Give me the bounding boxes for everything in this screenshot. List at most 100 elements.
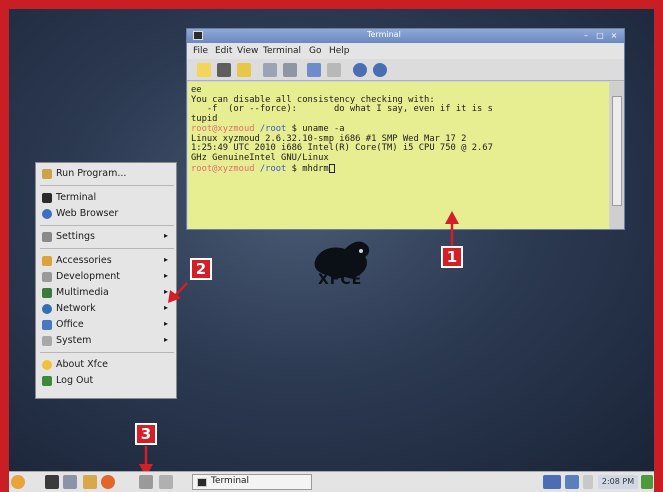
utility-launcher-icon[interactable]: [159, 475, 173, 489]
prompt-command: $ uname -a: [286, 123, 345, 134]
taskbar-task-label: Terminal: [211, 476, 250, 486]
terminal-toolbar: [187, 59, 624, 81]
terminal-menubar: File Edit View Terminal Go Help: [187, 43, 624, 59]
prompt-path: /root: [259, 123, 287, 134]
terminal-scrollbar[interactable]: [610, 82, 624, 229]
editor-icon[interactable]: [83, 475, 97, 489]
browser-icon[interactable]: [101, 475, 115, 489]
system-icon: [42, 336, 52, 346]
menu-terminal[interactable]: Terminal: [263, 46, 301, 56]
applications-menu: Run Program... Terminal Web Browser Sett…: [35, 162, 177, 399]
submenu-arrow-icon: ▸: [163, 231, 168, 240]
menu-item-label: Run Program...: [56, 168, 127, 179]
menu-help[interactable]: Help: [329, 46, 350, 56]
menu-item-label: Network: [56, 303, 96, 314]
terminal-title: Terminal: [367, 30, 401, 39]
menu-item-settings[interactable]: Settings ▸: [36, 229, 176, 245]
menu-separator: [40, 352, 174, 353]
menu-item-label: System: [56, 335, 92, 346]
clock[interactable]: 2:08 PM: [598, 475, 638, 489]
submenu-arrow-icon: ▸: [163, 255, 168, 264]
close-icon[interactable]: ×: [609, 31, 619, 40]
submenu-arrow-icon: ▸: [163, 303, 168, 312]
terminal-prompt-line: root@xyzmoud /root $ mhdrm: [191, 163, 609, 175]
terminal-line: -f (or --force): do what I say, even if …: [191, 104, 493, 115]
menu-go[interactable]: Go: [309, 46, 321, 56]
accessories-icon: [42, 256, 52, 266]
submenu-arrow-icon: ▸: [163, 287, 168, 296]
prompt-user: root@xyzmoud: [191, 123, 255, 134]
menu-item-label: Settings: [56, 231, 95, 242]
menu-item-system[interactable]: System ▸: [36, 333, 176, 349]
callout-1: 1: [441, 246, 463, 268]
menu-item-label: Development: [56, 271, 120, 282]
development-icon: [42, 272, 52, 282]
xfce-menu-icon[interactable]: [11, 475, 25, 489]
logout-icon: [42, 376, 52, 386]
menu-file[interactable]: File: [193, 46, 208, 56]
submenu-arrow-icon: ▸: [163, 335, 168, 344]
paste-icon[interactable]: [283, 63, 297, 77]
forward-arrow-icon[interactable]: [373, 63, 387, 77]
office-icon: [42, 320, 52, 330]
new-tab-icon[interactable]: [197, 63, 211, 77]
terminal-titlebar[interactable]: Terminal – □ ×: [187, 29, 624, 43]
terminal-app-icon: [193, 31, 203, 40]
new-window-icon[interactable]: [217, 63, 231, 77]
run-icon: [42, 169, 52, 179]
menu-item-multimedia[interactable]: Multimedia ▸: [36, 285, 176, 301]
volume-tray-icon[interactable]: [583, 475, 593, 489]
menu-separator: [40, 248, 174, 249]
menu-item-network[interactable]: Network ▸: [36, 301, 176, 317]
submenu-arrow-icon: ▸: [163, 271, 168, 280]
settings-icon[interactable]: [327, 63, 341, 77]
menu-item-run-program[interactable]: Run Program...: [36, 166, 176, 182]
settings-icon: [42, 232, 52, 242]
terminal-output[interactable]: ee You can disable all consistency check…: [188, 82, 609, 229]
prompt-path: /root: [259, 163, 287, 174]
settings-launcher-icon[interactable]: [139, 475, 153, 489]
terminal-launcher-icon[interactable]: [45, 475, 59, 489]
network-tray-icon[interactable]: [565, 475, 579, 489]
menu-item-label: Web Browser: [56, 208, 119, 219]
fullscreen-icon[interactable]: [307, 63, 321, 77]
terminal-icon: [42, 193, 52, 203]
menu-separator: [40, 185, 174, 186]
menu-item-accessories[interactable]: Accessories ▸: [36, 253, 176, 269]
prompt-user: root@xyzmoud: [191, 163, 255, 174]
menu-item-office[interactable]: Office ▸: [36, 317, 176, 333]
taskbar: Terminal 2:08 PM: [9, 471, 654, 492]
terminal-window[interactable]: Terminal – □ × File Edit View Terminal G…: [186, 28, 625, 230]
menu-edit[interactable]: Edit: [215, 46, 232, 56]
network-icon: [42, 304, 52, 314]
prompt-command: $ mhdrm: [286, 163, 329, 174]
minimize-icon[interactable]: –: [581, 31, 591, 40]
star-icon: [42, 360, 52, 370]
back-arrow-icon[interactable]: [353, 63, 367, 77]
multimedia-icon: [42, 288, 52, 298]
menu-item-development[interactable]: Development ▸: [36, 269, 176, 285]
text-cursor: [328, 163, 335, 173]
menu-item-log-out[interactable]: Log Out: [36, 373, 176, 389]
menu-item-label: Multimedia: [56, 287, 109, 298]
menu-item-label: Terminal: [56, 192, 97, 203]
maximize-icon[interactable]: □: [595, 31, 605, 40]
menu-item-terminal[interactable]: Terminal: [36, 190, 176, 206]
callout-3: 3: [135, 423, 157, 445]
submenu-arrow-icon: ▸: [163, 319, 168, 328]
menu-view[interactable]: View: [237, 46, 258, 56]
open-icon[interactable]: [237, 63, 251, 77]
scrollbar-thumb[interactable]: [612, 96, 622, 206]
copy-icon[interactable]: [263, 63, 277, 77]
menu-item-label: About Xfce: [56, 359, 109, 370]
terminal-line: GHz GenuineIntel GNU/Linux: [191, 152, 329, 163]
taskbar-terminal-button[interactable]: Terminal: [192, 474, 312, 490]
menu-item-about-xfce[interactable]: About Xfce: [36, 357, 176, 373]
menu-item-web-browser[interactable]: Web Browser: [36, 206, 176, 222]
notification-tray-icon[interactable]: [641, 475, 653, 489]
workspace-switcher-icon[interactable]: [543, 475, 561, 489]
menu-item-label: Log Out: [56, 375, 94, 386]
menu-item-label: Accessories: [56, 255, 112, 266]
menu-separator: [40, 225, 174, 226]
file-manager-icon[interactable]: [63, 475, 77, 489]
